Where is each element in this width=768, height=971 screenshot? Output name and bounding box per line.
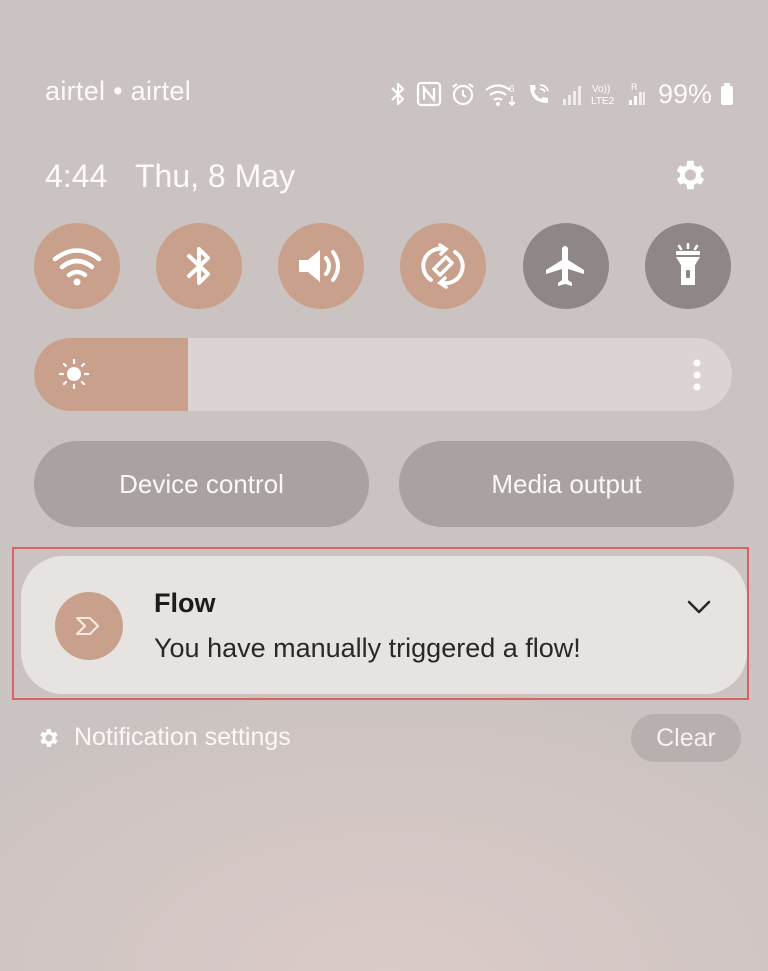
network-type-label: LTE2 [591,96,615,107]
gear-icon [40,728,58,747]
sound-tile[interactable] [278,223,364,309]
carrier-label: airtel • airtel [45,76,191,106]
sun-icon [58,358,90,390]
clock: 4:44 [45,158,108,194]
airplane-mode-tile[interactable] [523,223,609,309]
wifi-icon: 6 [485,84,516,107]
status-icons: 6 Vo)) LTE2 R 99% [388,78,734,110]
wifi-icon [52,248,102,286]
alarm-icon [452,83,474,106]
bluetooth-tile[interactable] [156,223,242,309]
date[interactable]: Thu, 8 May [135,158,295,195]
signal-icon [563,86,581,105]
airplane-icon [546,246,584,286]
nfc-icon [416,81,442,107]
flashlight-tile[interactable] [645,223,731,309]
roaming-label: R [631,82,638,92]
wifi-calling-label: 6 [509,84,515,95]
rotate-icon [421,243,465,289]
clear-button[interactable]: Clear [631,714,741,762]
settings-button[interactable] [666,152,712,198]
battery-icon [721,83,734,105]
battery-percent: 99% [658,78,713,109]
highlight-box [12,547,749,700]
flashlight-icon [676,243,700,285]
auto-rotate-tile[interactable] [400,223,486,309]
volte-label: Vo)) [592,84,610,95]
notification-settings-label: Notification settings [74,723,291,751]
device-control-button[interactable]: Device control [34,441,369,527]
signal-roaming-icon: R [629,82,645,105]
notification-settings-link[interactable]: Notification settings [36,723,291,752]
bluetooth-icon [391,82,405,106]
wifi-calling-icon [530,84,549,103]
volume-icon [299,250,340,282]
more-vertical-icon[interactable] [692,358,702,392]
gear-icon [676,160,705,190]
bluetooth-icon [187,247,210,285]
volte-icon: Vo)) LTE2 [591,84,615,107]
media-output-button[interactable]: Media output [399,441,734,527]
wifi-tile[interactable] [34,223,120,309]
brightness-slider[interactable] [34,338,732,411]
